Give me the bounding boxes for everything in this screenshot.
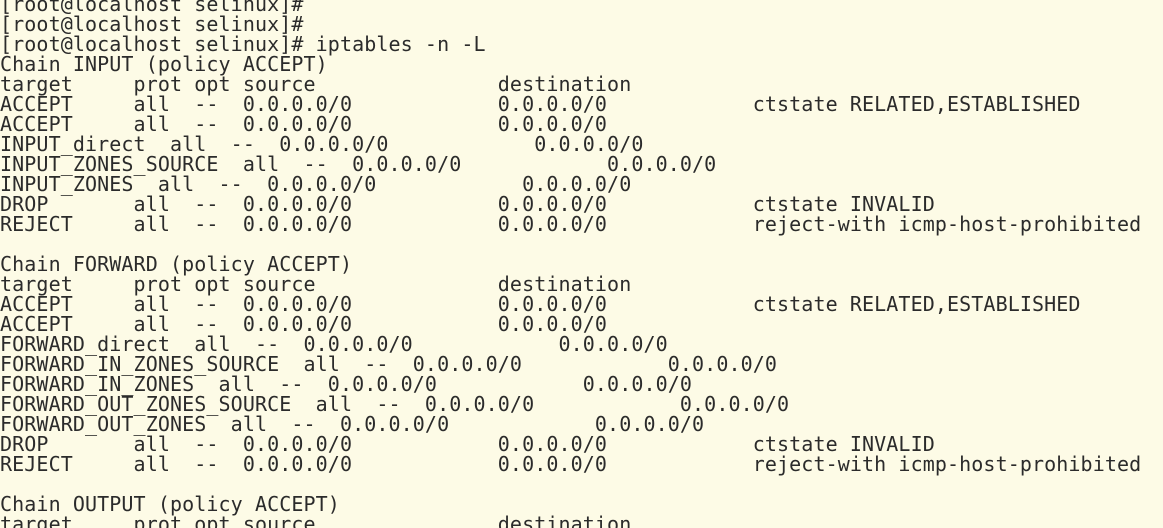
rule-line: FORWARD_OUT_ZONES_SOURCE all -- 0.0.0.0/… [0, 392, 790, 416]
terminal-line: [root@localhost selinux]# [0, 12, 304, 36]
chain-forward-header: Chain FORWARD (policy ACCEPT) [0, 252, 353, 276]
chain-input-header: Chain INPUT (policy ACCEPT) [0, 52, 328, 76]
rule-line: DROP all -- 0.0.0.0/0 0.0.0.0/0 ctstate … [0, 432, 935, 456]
rule-line: INPUT_direct all -- 0.0.0.0/0 0.0.0.0/0 [0, 132, 644, 156]
column-header: target prot opt source destination [0, 272, 632, 296]
column-header: target prot opt source destination [0, 72, 632, 96]
rule-line: DROP all -- 0.0.0.0/0 0.0.0.0/0 ctstate … [0, 192, 935, 216]
rule-line: FORWARD_IN_ZONES all -- 0.0.0.0/0 0.0.0.… [0, 372, 693, 396]
rule-line: FORWARD_IN_ZONES_SOURCE all -- 0.0.0.0/0… [0, 352, 778, 376]
rule-line: ACCEPT all -- 0.0.0.0/0 0.0.0.0/0 [0, 312, 608, 336]
rule-line: INPUT_ZONES_SOURCE all -- 0.0.0.0/0 0.0.… [0, 152, 717, 176]
rule-line: REJECT all -- 0.0.0.0/0 0.0.0.0/0 reject… [0, 212, 1142, 236]
chain-output-header: Chain OUTPUT (policy ACCEPT) [0, 492, 340, 516]
rule-line: FORWARD_direct all -- 0.0.0.0/0 0.0.0.0/… [0, 332, 668, 356]
rule-line: REJECT all -- 0.0.0.0/0 0.0.0.0/0 reject… [0, 452, 1142, 476]
terminal-output[interactable]: [root@localhost selinux]# [root@localhos… [0, 0, 1163, 528]
rule-line: FORWARD_OUT_ZONES all -- 0.0.0.0/0 0.0.0… [0, 412, 705, 436]
rule-line: ACCEPT all -- 0.0.0.0/0 0.0.0.0/0 [0, 112, 608, 136]
rule-line: INPUT_ZONES all -- 0.0.0.0/0 0.0.0.0/0 [0, 172, 632, 196]
rule-line: ACCEPT all -- 0.0.0.0/0 0.0.0.0/0 ctstat… [0, 292, 1081, 316]
rule-line: ACCEPT all -- 0.0.0.0/0 0.0.0.0/0 ctstat… [0, 92, 1081, 116]
column-header: target prot opt source destination [0, 512, 632, 528]
command-line: [root@localhost selinux]# iptables -n -L [0, 32, 486, 56]
